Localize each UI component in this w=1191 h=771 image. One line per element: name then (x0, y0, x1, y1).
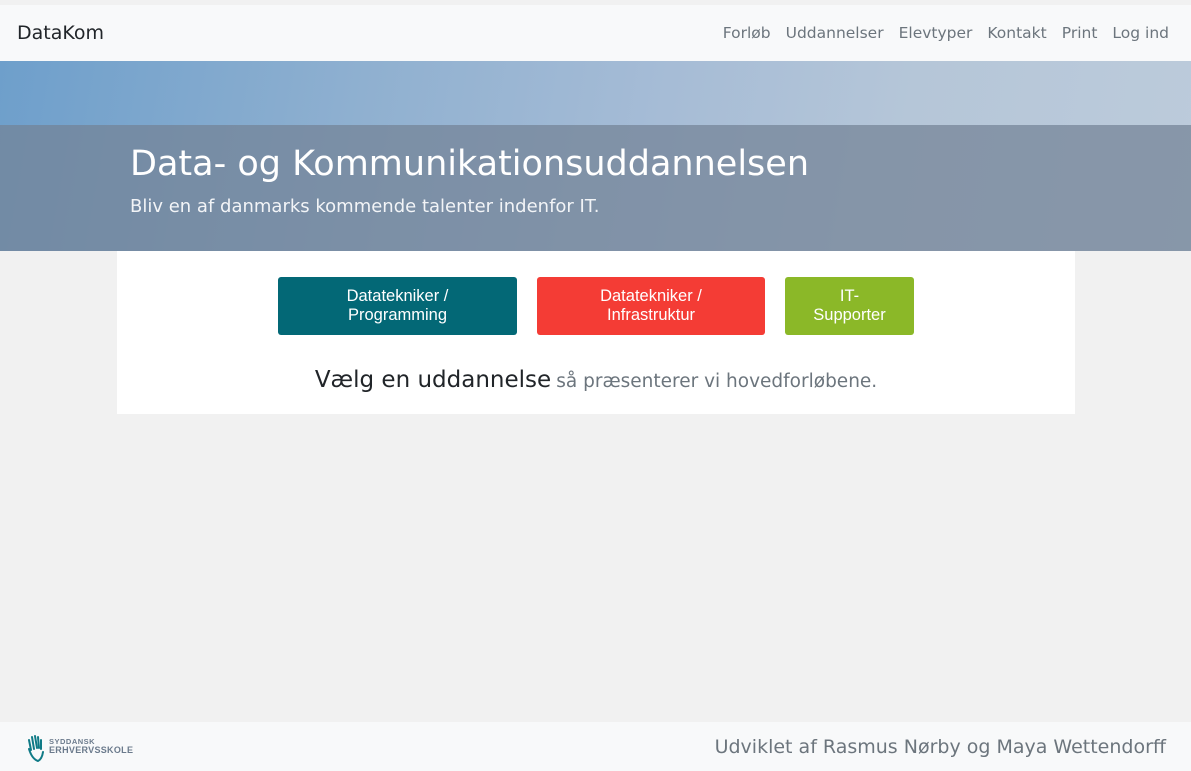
education-button-row: Datatekniker / Programming Datatekniker … (117, 277, 1075, 335)
school-logo: SYDDANSK ERHVERVSSKOLE (26, 732, 133, 762)
logo-line-2: ERHVERVSSKOLE (49, 744, 134, 755)
prompt-main: Vælg en uddannelse (314, 367, 552, 393)
it-supporter-button[interactable]: IT-Supporter (785, 277, 914, 335)
footer: SYDDANSK ERHVERVSSKOLE Udviklet af Rasmu… (0, 722, 1191, 771)
nav-link-uddannelser[interactable]: Uddannelser (778, 24, 891, 42)
nav-link-print[interactable]: Print (1054, 24, 1105, 42)
nav-link-kontakt[interactable]: Kontakt (980, 24, 1054, 42)
hand-logo-icon (28, 734, 44, 762)
infrastructure-button[interactable]: Datatekniker / Infrastruktur (537, 277, 765, 335)
hero-subtitle: Bliv en af danmarks kommende talenter in… (130, 196, 600, 217)
nav-link-login[interactable]: Log ind (1105, 24, 1169, 42)
nav-link-elevtyper[interactable]: Elevtyper (891, 24, 980, 42)
top-navbar: DataKom Forløb Uddannelser Elevtyper Kon… (0, 5, 1191, 61)
education-selector-panel: Datatekniker / Programming Datatekniker … (117, 251, 1075, 414)
nav-link-forloeb[interactable]: Forløb (715, 24, 778, 42)
choose-education-prompt: Vælg en uddannelse så præsenterer vi hov… (117, 367, 1075, 393)
hero-banner: Data- og Kommunikationsuddannelsen Bliv … (0, 61, 1191, 251)
logo-text: SYDDANSK ERHVERVSSKOLE (49, 738, 133, 755)
footer-credit: Udviklet af Rasmus Nørby og Maya Wettend… (714, 735, 1166, 758)
prompt-rest: så præsenterer vi hovedforløbene. (556, 371, 878, 392)
brand-link[interactable]: DataKom (17, 22, 104, 44)
programming-button[interactable]: Datatekniker / Programming (278, 277, 517, 335)
nav-links: Forløb Uddannelser Elevtyper Kontakt Pri… (715, 24, 1169, 42)
hero-title: Data- og Kommunikationsuddannelsen (130, 144, 809, 184)
